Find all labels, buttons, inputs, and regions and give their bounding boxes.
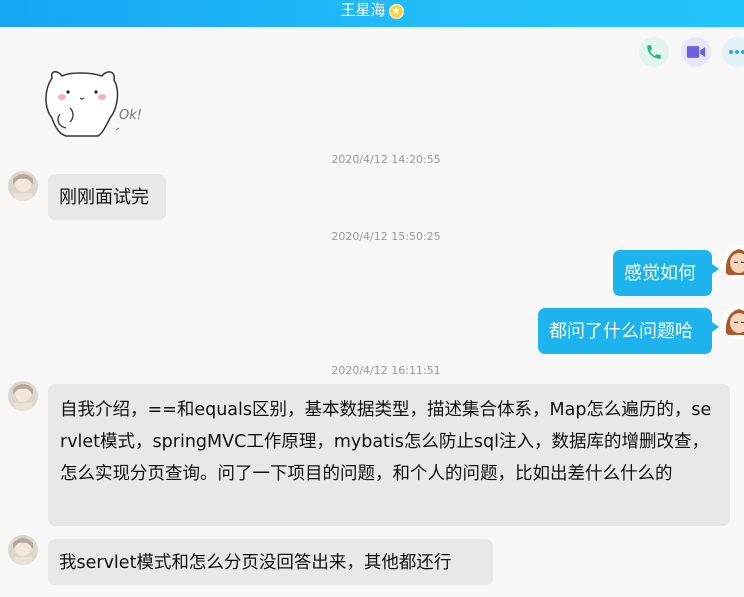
phone-icon — [647, 45, 661, 59]
cat-sticker-image — [45, 71, 120, 137]
chat-title: 王星海 — [340, 1, 386, 19]
message-text: 刚刚面试完 — [59, 187, 149, 208]
message-timestamp: 2020/4/12 16:11:51 — [331, 364, 441, 377]
my-avatar[interactable] — [722, 305, 744, 339]
video-camera-icon — [686, 46, 706, 58]
cat-sticker: Ok! — [40, 68, 150, 146]
sent-message-bubble[interactable]: 都问了什么问题哈 — [538, 308, 719, 354]
message-timestamp: 2020/4/12 15:50:25 — [331, 230, 441, 243]
star-icon: ★ — [388, 4, 404, 19]
message-text: 感觉如何 — [624, 263, 696, 284]
message-text: 我servlet模式和怎么分页没回答出来，其他都还行 — [59, 553, 452, 573]
sticker-text: Ok! — [119, 108, 142, 123]
more-options-button[interactable] — [722, 37, 744, 67]
contact-avatar[interactable] — [8, 171, 38, 201]
message-text: 自我介绍，==和equals区别，基本数据类型，描述集合体系，Map怎么遍历的，… — [60, 400, 712, 484]
contact-avatar[interactable] — [8, 381, 38, 411]
chat-title-bar: 王星海 ★ — [0, 0, 744, 27]
my-avatar[interactable] — [722, 245, 744, 279]
message-text: 都问了什么问题哈 — [549, 321, 693, 342]
video-call-button[interactable] — [681, 37, 711, 67]
sent-message-bubble[interactable]: 感觉如何 — [613, 250, 719, 296]
chat-toolbar — [0, 37, 744, 69]
voice-call-button[interactable] — [639, 37, 669, 67]
message-timestamp: 2020/4/12 14:20:55 — [331, 153, 441, 166]
received-message-bubble[interactable]: 刚刚面试完 — [48, 174, 166, 220]
received-message-bubble[interactable]: 我servlet模式和怎么分页没回答出来，其他都还行 — [48, 539, 493, 585]
contact-avatar[interactable] — [8, 535, 38, 565]
received-message-bubble[interactable]: 自我介绍，==和equals区别，基本数据类型，描述集合体系，Map怎么遍历的，… — [48, 384, 730, 526]
more-icon — [729, 50, 744, 54]
